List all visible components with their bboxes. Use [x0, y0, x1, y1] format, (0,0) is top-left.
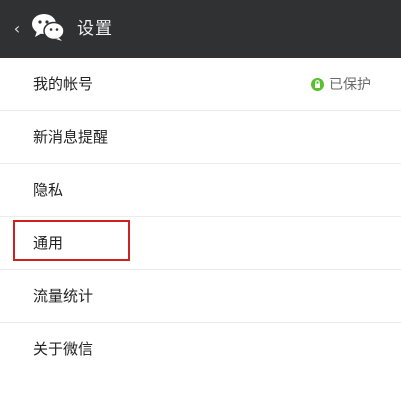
settings-item-data-usage[interactable]: 流量统计: [0, 270, 401, 323]
title-bar: ‹ 设置: [0, 0, 401, 58]
settings-item-label: 隐私: [33, 181, 64, 199]
settings-item-about[interactable]: 关于微信: [0, 323, 401, 375]
settings-list: 我的帐号 已保护 新消息提醒 隐私 通用 流量统计 关于微信: [0, 58, 401, 375]
account-status: 已保护: [311, 58, 371, 110]
lock-icon: [311, 77, 324, 91]
settings-item-label: 关于微信: [33, 340, 94, 358]
settings-item-label: 我的帐号: [33, 75, 94, 93]
settings-item-privacy[interactable]: 隐私: [0, 164, 401, 217]
settings-item-account[interactable]: 我的帐号 已保护: [0, 58, 401, 111]
highlight-box: [13, 220, 130, 261]
back-button[interactable]: ‹: [10, 19, 24, 39]
settings-item-label: 新消息提醒: [33, 128, 109, 146]
page-title: 设置: [77, 19, 113, 39]
chevron-left-icon: ‹: [13, 19, 21, 38]
wechat-logo-icon: [32, 14, 65, 41]
settings-item-notifications[interactable]: 新消息提醒: [0, 111, 401, 164]
settings-item-label: 流量统计: [33, 287, 94, 305]
status-text: 已保护: [329, 77, 371, 93]
